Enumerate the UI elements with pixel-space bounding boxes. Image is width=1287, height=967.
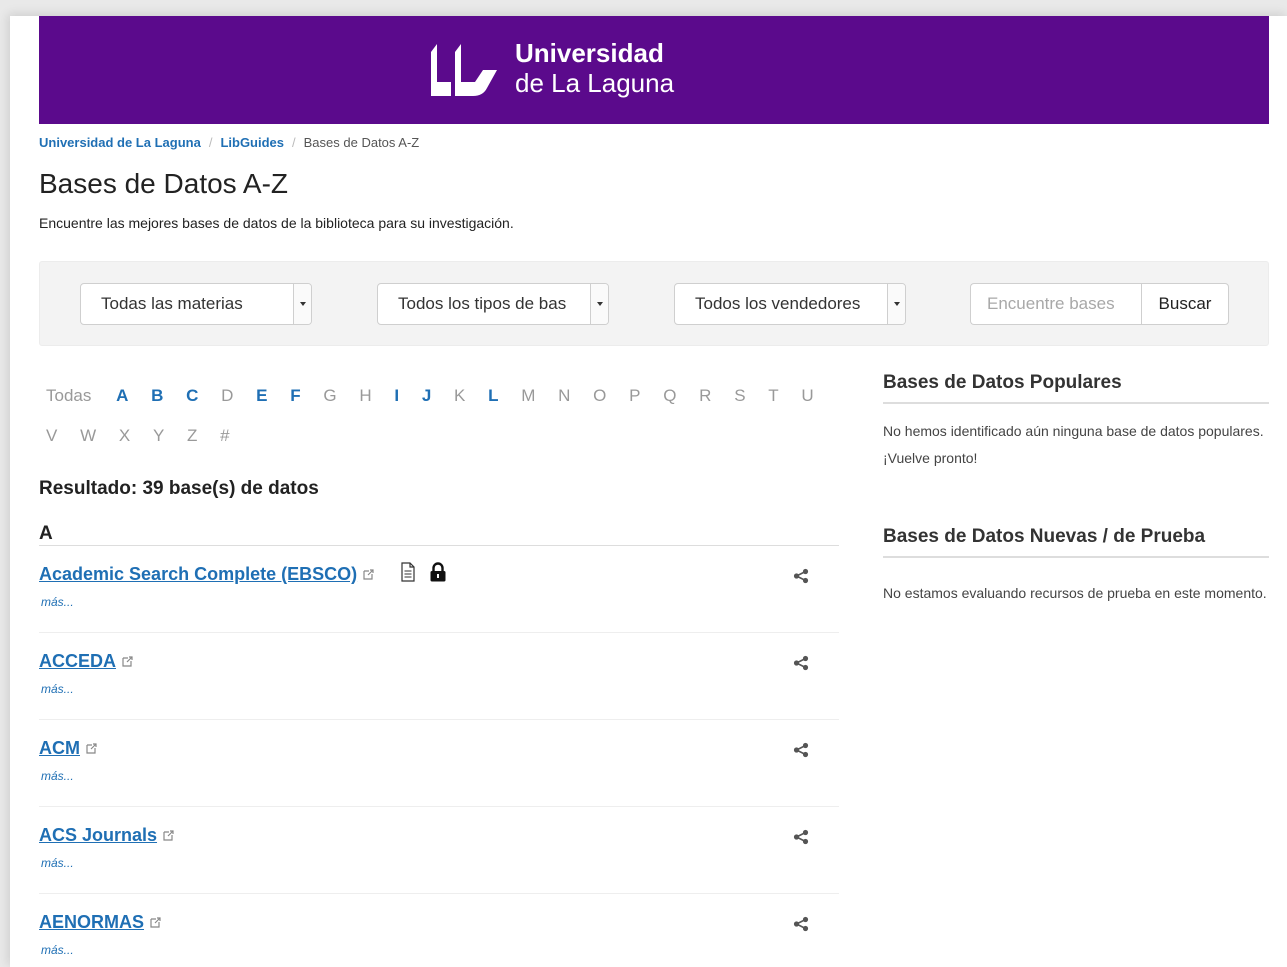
- az-letter-w: W: [80, 426, 97, 445]
- share-icon[interactable]: [793, 916, 809, 932]
- subject-select[interactable]: Todas las materias: [80, 283, 312, 325]
- database-title: AENORMAS: [39, 912, 145, 932]
- az-letter-f[interactable]: F: [290, 386, 300, 406]
- new-databases-panel: Bases de Datos Nuevas / de Prueba No est…: [883, 526, 1269, 607]
- header-banner: Universidad de La Laguna: [39, 16, 1269, 124]
- breadcrumb: Universidad de La Laguna / LibGuides / Bases…: [39, 135, 419, 150]
- az-letter-x: X: [118, 426, 131, 445]
- more-link[interactable]: más...: [41, 856, 74, 870]
- breadcrumb-current: Bases de Datos A-Z: [303, 135, 420, 150]
- document-icon: [401, 562, 415, 582]
- az-letter-y: Y: [152, 426, 165, 445]
- list-item: ACCEDA más...: [39, 633, 839, 720]
- az-letter-v: V: [46, 426, 58, 445]
- az-letter-d: D: [221, 386, 234, 405]
- chevron-down-icon[interactable]: [293, 284, 311, 324]
- database-title: ACS Journals: [39, 825, 158, 845]
- popular-databases-title: Bases de Datos Populares: [883, 372, 1269, 404]
- az-letter-l[interactable]: L: [488, 386, 498, 406]
- database-title: ACM: [39, 738, 80, 758]
- az-index: Todas A B C D E F G H I J K L M N O P Q …: [46, 386, 836, 466]
- az-letter-o: O: [593, 386, 607, 405]
- az-row-2: V W X Y Z #: [46, 426, 836, 466]
- external-link-icon: [122, 656, 133, 667]
- az-letter-i[interactable]: I: [394, 386, 399, 406]
- group-letter: A: [39, 523, 53, 544]
- az-letter-a[interactable]: A: [116, 386, 128, 406]
- chevron-down-icon[interactable]: [887, 284, 905, 324]
- az-letter-r: R: [699, 386, 712, 405]
- database-link[interactable]: ACCEDA: [39, 651, 133, 672]
- list-item: Academic Search Complete (EBSCO) más...: [39, 546, 839, 633]
- az-letter-h: H: [359, 386, 372, 405]
- search-input[interactable]: [970, 283, 1142, 325]
- filter-bar: Todas las materias Todos los tipos de ba…: [39, 261, 1269, 346]
- az-letter-k: K: [454, 386, 466, 405]
- breadcrumb-separator: /: [208, 135, 213, 150]
- az-letter-z: Z: [187, 426, 198, 445]
- az-letter-u: U: [801, 386, 814, 405]
- subject-select-value: Todas las materias: [101, 294, 243, 313]
- university-logo-text[interactable]: Universidad de La Laguna: [515, 38, 674, 98]
- page-subtitle: Encuentre las mejores bases de datos de …: [39, 215, 514, 231]
- type-select-value: Todos los tipos de bas: [398, 294, 567, 313]
- az-row-1: Todas A B C D E F G H I J K L M N O P Q …: [46, 386, 836, 426]
- az-letter-s: S: [734, 386, 746, 405]
- external-link-icon: [363, 569, 374, 580]
- az-letter-q: Q: [663, 386, 677, 405]
- list-item: ACM más...: [39, 720, 839, 807]
- popular-databases-text: No hemos identificado aún ninguna base d…: [883, 423, 1264, 466]
- lock-icon: [430, 562, 446, 582]
- search-button[interactable]: Buscar: [1141, 283, 1229, 325]
- database-list: Academic Search Complete (EBSCO) más... …: [39, 546, 839, 967]
- database-link[interactable]: ACM: [39, 738, 97, 759]
- new-databases-text: No estamos evaluando recursos de prueba …: [883, 585, 1267, 601]
- list-item: AENORMAS más...: [39, 894, 839, 967]
- result-count: Resultado: 39 base(s) de datos: [39, 478, 319, 499]
- az-letter-t: T: [768, 386, 779, 405]
- popular-databases-panel: Bases de Datos Populares No hemos identi…: [883, 372, 1269, 472]
- breadcrumb-separator: /: [292, 135, 296, 150]
- az-letter-p: P: [629, 386, 641, 405]
- az-letter-e[interactable]: E: [256, 386, 267, 406]
- az-letter-c[interactable]: C: [186, 386, 198, 406]
- type-select[interactable]: Todos los tipos de bas: [377, 283, 609, 325]
- az-letter-n: N: [558, 386, 571, 405]
- database-link[interactable]: Academic Search Complete (EBSCO): [39, 564, 374, 585]
- az-letter-m: M: [521, 386, 536, 405]
- logo-line-1: Universidad: [515, 38, 664, 68]
- database-title: Academic Search Complete (EBSCO): [39, 564, 358, 584]
- more-link[interactable]: más...: [41, 943, 74, 957]
- az-letter-b[interactable]: B: [151, 386, 163, 406]
- az-letter-j[interactable]: J: [422, 386, 431, 406]
- breadcrumb-university[interactable]: Universidad de La Laguna: [39, 135, 201, 150]
- more-link[interactable]: más...: [41, 595, 74, 609]
- more-link[interactable]: más...: [41, 769, 74, 783]
- search-group: Buscar: [970, 283, 1229, 325]
- logo-line-2: de La Laguna: [515, 68, 675, 98]
- share-icon[interactable]: [793, 742, 809, 758]
- chevron-down-icon[interactable]: [590, 284, 608, 324]
- breadcrumb-libguides[interactable]: LibGuides: [220, 135, 284, 150]
- share-icon[interactable]: [793, 655, 809, 671]
- more-link[interactable]: más...: [41, 682, 74, 696]
- university-logo-icon[interactable]: [427, 38, 501, 96]
- az-letter-g: G: [323, 386, 337, 405]
- vendor-select[interactable]: Todos los vendedores: [674, 283, 906, 325]
- share-icon[interactable]: [793, 829, 809, 845]
- az-letter-all[interactable]: Todas: [46, 386, 91, 406]
- new-databases-title: Bases de Datos Nuevas / de Prueba: [883, 526, 1269, 558]
- external-link-icon: [86, 743, 97, 754]
- page-sheet: Universidad de La Laguna Universidad de …: [10, 16, 1287, 967]
- external-link-icon: [163, 830, 174, 841]
- database-link[interactable]: AENORMAS: [39, 912, 161, 933]
- az-letter-hash: #: [220, 426, 230, 445]
- page-title: Bases de Datos A-Z: [39, 168, 289, 199]
- database-link[interactable]: ACS Journals: [39, 825, 174, 846]
- vendor-select-value: Todos los vendedores: [695, 294, 861, 313]
- list-item: ACS Journals más...: [39, 807, 839, 894]
- database-title: ACCEDA: [39, 651, 117, 671]
- external-link-icon: [150, 917, 161, 928]
- share-icon[interactable]: [793, 568, 809, 584]
